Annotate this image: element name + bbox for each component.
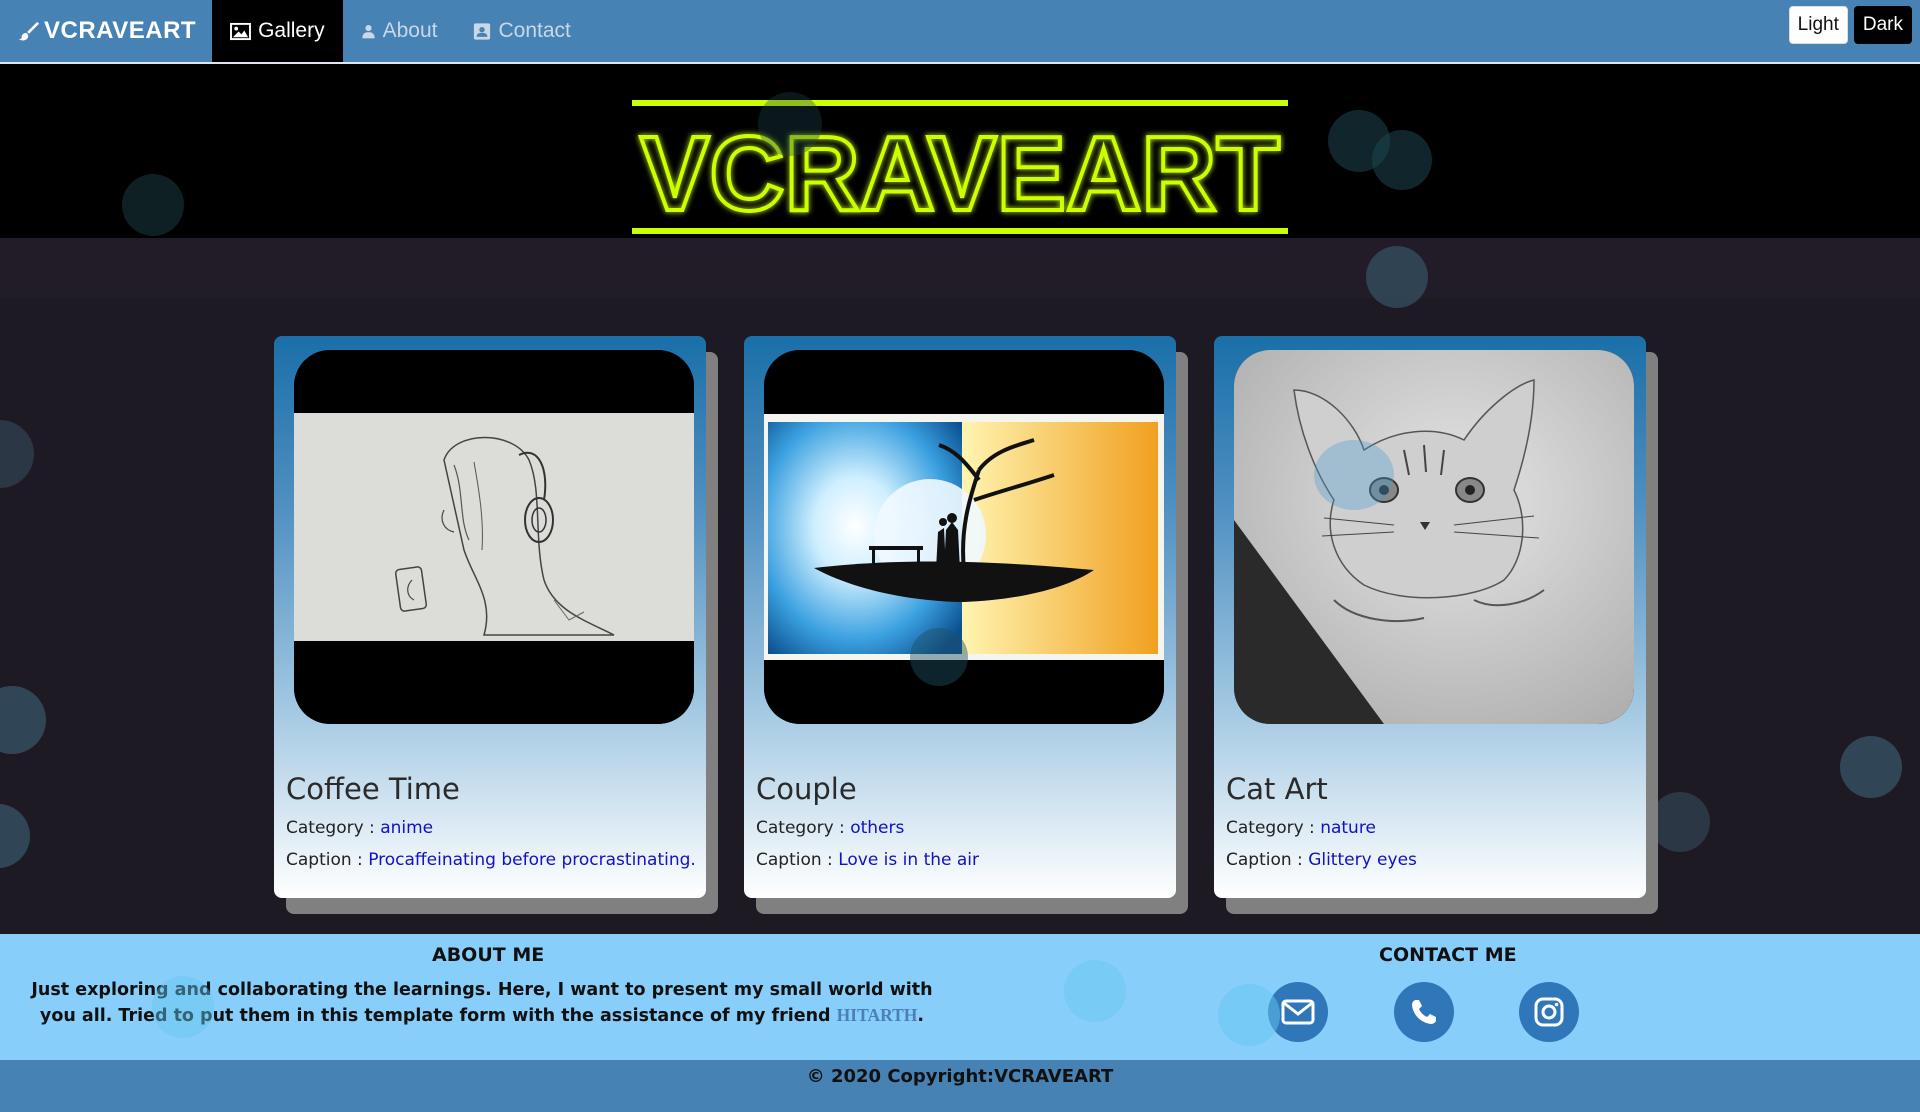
bokeh-circle — [1064, 960, 1126, 1022]
card-category: Category : anime — [286, 818, 433, 838]
instagram-icon — [1534, 997, 1564, 1027]
content-band — [0, 238, 1920, 298]
dark-theme-button[interactable]: Dark — [1853, 6, 1912, 44]
contact-heading: CONTACT ME — [1379, 944, 1517, 966]
brand-name: VCRAVEART — [44, 17, 197, 44]
bokeh-circle — [0, 804, 30, 868]
nav-contact[interactable]: Contact — [455, 0, 588, 62]
card-title: Couple — [756, 772, 857, 806]
vcraveart-logo: VCRAVEART — [632, 100, 1288, 234]
gallery-card[interactable]: Cat Art Category : nature Caption : Glit… — [1214, 336, 1658, 914]
about-heading: ABOUT ME — [432, 944, 545, 966]
gallery-card[interactable]: Coffee Time Category : anime Caption : P… — [274, 336, 718, 914]
about-period: . — [917, 1006, 925, 1026]
phone-link[interactable] — [1394, 982, 1454, 1042]
card-title: Cat Art — [1226, 772, 1328, 806]
nav-about[interactable]: About — [343, 0, 456, 62]
bokeh-circle — [1372, 130, 1432, 190]
caption-label: Caption : — [286, 850, 369, 870]
artwork-image[interactable] — [764, 350, 1164, 724]
coffee-time-sketch — [294, 350, 694, 724]
envelope-icon — [1281, 999, 1315, 1025]
card-category: Category : others — [756, 818, 904, 838]
logo-text: VCRAVEART — [640, 115, 1280, 233]
paint-brush-icon — [18, 21, 40, 41]
copyright-text: © 2020 Copyright:VCRAVEART — [806, 1066, 1114, 1087]
contact-card-icon — [474, 22, 491, 40]
cat-sketch — [1234, 350, 1634, 724]
bokeh-circle — [1840, 736, 1902, 798]
bokeh-circle — [1650, 792, 1710, 852]
card-title: Coffee Time — [286, 772, 460, 806]
card-caption: Caption : Love is in the air — [756, 850, 979, 870]
card-caption: Caption : Procaffeinating before procras… — [286, 850, 696, 870]
category-label: Category : — [756, 818, 851, 838]
artwork-image[interactable] — [1234, 350, 1634, 724]
instagram-link[interactable] — [1519, 982, 1579, 1042]
brand-link[interactable]: VCRAVEART — [0, 0, 212, 62]
couple-painting — [764, 350, 1164, 724]
bokeh-circle — [122, 174, 184, 236]
image-icon — [230, 22, 252, 40]
phone-icon — [1412, 1000, 1436, 1024]
theme-switcher: Light Dark — [1788, 6, 1912, 44]
nav-gallery[interactable]: Gallery — [212, 0, 343, 62]
nav-contact-label: Contact — [498, 19, 571, 42]
about-text: Just exploring and collaborating the lea… — [22, 978, 942, 1029]
artwork-image[interactable] — [294, 350, 694, 724]
email-link[interactable] — [1268, 982, 1328, 1042]
caption-text: Procaffeinating before procrastinating. — [368, 850, 696, 870]
bokeh-circle — [1328, 110, 1390, 172]
category-label: Category : — [286, 818, 381, 838]
caption-text: Love is in the air — [838, 850, 980, 870]
gallery-card[interactable]: Couple Category : others Caption : Love … — [744, 336, 1188, 914]
caption-label: Caption : — [756, 850, 839, 870]
category-link[interactable]: others — [850, 818, 904, 838]
bokeh-circle — [0, 686, 46, 754]
category-link[interactable]: anime — [380, 818, 433, 838]
bokeh-circle — [0, 420, 34, 488]
user-icon — [361, 24, 375, 38]
light-theme-button[interactable]: Light — [1788, 6, 1848, 44]
friend-link[interactable]: HITARTH — [837, 1005, 918, 1025]
category-label: Category : — [1226, 818, 1321, 838]
nav-gallery-label: Gallery — [258, 19, 325, 42]
category-link[interactable]: nature — [1320, 818, 1376, 838]
navbar: VCRAVEART Gallery About Contact Light Da… — [0, 0, 1920, 62]
caption-text: Glittery eyes — [1308, 850, 1417, 870]
caption-label: Caption : — [1226, 850, 1309, 870]
card-category: Category : nature — [1226, 818, 1376, 838]
hero-banner: VCRAVEART — [0, 64, 1920, 238]
card-caption: Caption : Glittery eyes — [1226, 850, 1417, 870]
copyright-bar: © 2020 Copyright:VCRAVEART — [0, 1060, 1920, 1112]
footer: ABOUT ME Just exploring and collaboratin… — [0, 934, 1920, 1060]
about-paragraph: Just exploring and collaborating the lea… — [31, 980, 933, 1026]
nav-about-label: About — [382, 19, 438, 42]
